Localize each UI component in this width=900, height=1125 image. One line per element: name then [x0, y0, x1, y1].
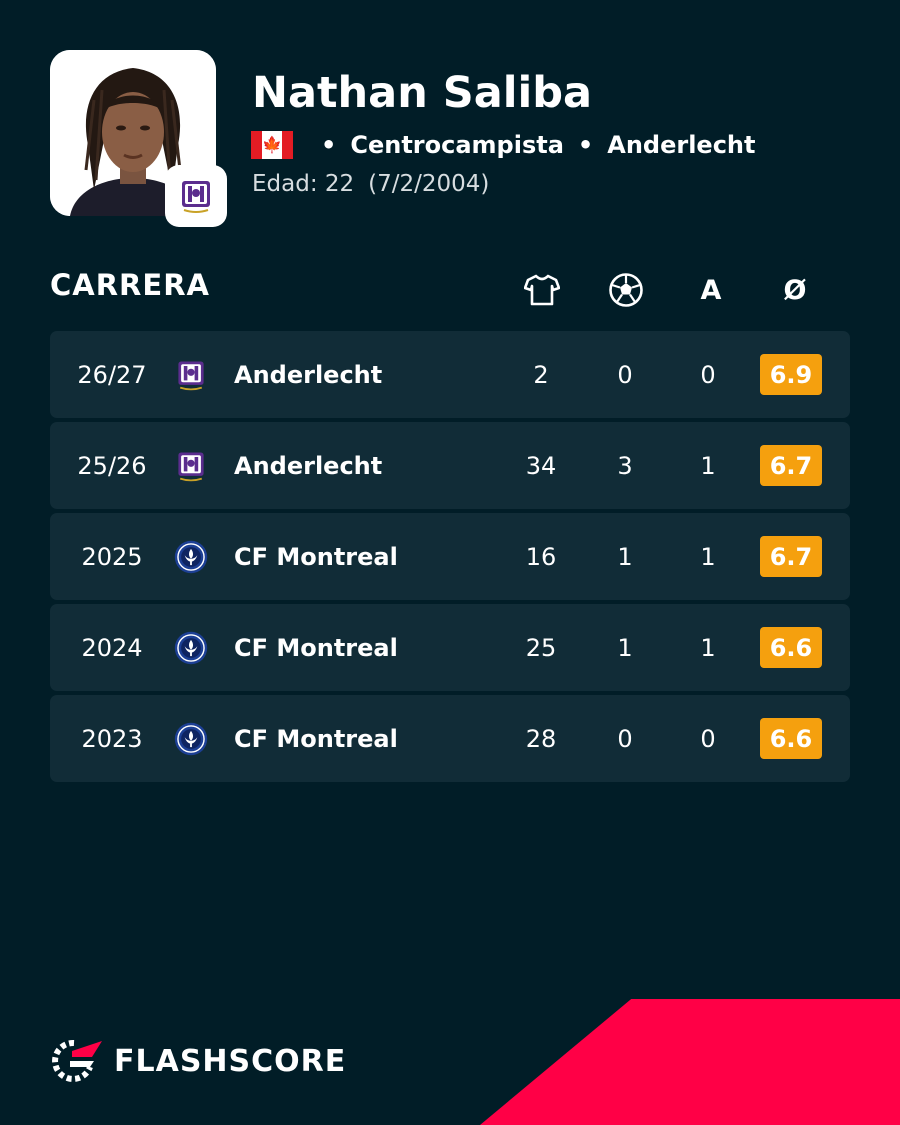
matches-value: 2	[533, 360, 549, 389]
club-badge	[165, 165, 227, 227]
career-row[interactable]: 26/27 Anderlecht 2 0 0 6.9	[50, 331, 850, 418]
shirt-icon	[517, 270, 567, 310]
season: 2024	[81, 633, 143, 662]
player-age: Edad: 22 (7/2/2004)	[252, 171, 489, 197]
goals-value: 3	[617, 451, 633, 480]
separator-dot: •	[321, 131, 337, 159]
matches-value: 34	[525, 451, 557, 480]
goals-value: 0	[617, 360, 633, 389]
season: 25/26	[77, 451, 147, 480]
season: 26/27	[77, 360, 147, 389]
cf-montreal-logo-icon	[173, 604, 209, 691]
matches-value: 25	[525, 633, 557, 662]
brand-accent-shape	[480, 999, 900, 1125]
goals-value: 0	[617, 724, 633, 753]
anderlecht-logo-icon	[173, 331, 209, 418]
career-row[interactable]: 2025 CF Montreal 16 1 1 6.7	[50, 513, 850, 600]
career-row[interactable]: 25/26 Anderlecht 34 3 1 6.7	[50, 422, 850, 509]
career-row[interactable]: 2024 CF Montreal 25 1 1 6.6	[50, 604, 850, 691]
rating-badge: 6.9	[760, 354, 822, 395]
rating-badge: 6.7	[760, 536, 822, 577]
club-name[interactable]: Anderlecht	[234, 331, 382, 418]
club-name[interactable]: CF Montreal	[234, 513, 398, 600]
rating-badge: 6.6	[760, 718, 822, 759]
assists-value: 0	[700, 724, 716, 753]
average-rating-icon: Ø	[770, 270, 820, 310]
flag-canada-icon: 🍁	[251, 131, 293, 159]
assists-value: 1	[700, 633, 716, 662]
age-label: Edad: 22	[252, 171, 355, 197]
matches-value: 16	[525, 542, 557, 571]
anderlecht-logo-icon	[182, 181, 210, 213]
goals-value: 1	[617, 542, 633, 571]
separator-dot: •	[577, 131, 594, 159]
rating-badge: 6.7	[760, 445, 822, 486]
average-rating-label: Ø	[783, 274, 807, 306]
brand-name: FLASHSCORE	[114, 1043, 347, 1079]
cf-montreal-logo-icon	[173, 695, 209, 782]
rating-badge: 6.6	[760, 627, 822, 668]
assists-value: 0	[700, 360, 716, 389]
player-meta: 🍁 • Centrocampista • Anderlecht	[251, 128, 756, 162]
club-name[interactable]: CF Montreal	[234, 695, 398, 782]
flashscore-icon	[52, 1039, 102, 1082]
flashscore-logo: FLASHSCORE	[50, 1036, 346, 1086]
assists-column-header: A	[686, 270, 736, 310]
assists-value: 1	[700, 451, 716, 480]
cf-montreal-logo-icon	[173, 513, 209, 600]
club-name[interactable]: Anderlecht	[234, 422, 382, 509]
football-icon	[601, 270, 651, 310]
player-name: Nathan Saliba	[252, 68, 593, 118]
assists-label: A	[700, 274, 722, 306]
club-name[interactable]: CF Montreal	[234, 604, 398, 691]
birth-date: (7/2/2004)	[368, 171, 490, 197]
assists-value: 1	[700, 542, 716, 571]
season: 2023	[81, 724, 143, 753]
player-position: Centrocampista	[350, 131, 564, 159]
anderlecht-logo-icon	[173, 422, 209, 509]
career-title: CARRERA	[50, 268, 210, 302]
matches-value: 28	[525, 724, 557, 753]
goals-value: 1	[617, 633, 633, 662]
career-row[interactable]: 2023 CF Montreal 28 0 0 6.6	[50, 695, 850, 782]
season: 2025	[81, 542, 143, 571]
player-club: Anderlecht	[607, 131, 756, 159]
